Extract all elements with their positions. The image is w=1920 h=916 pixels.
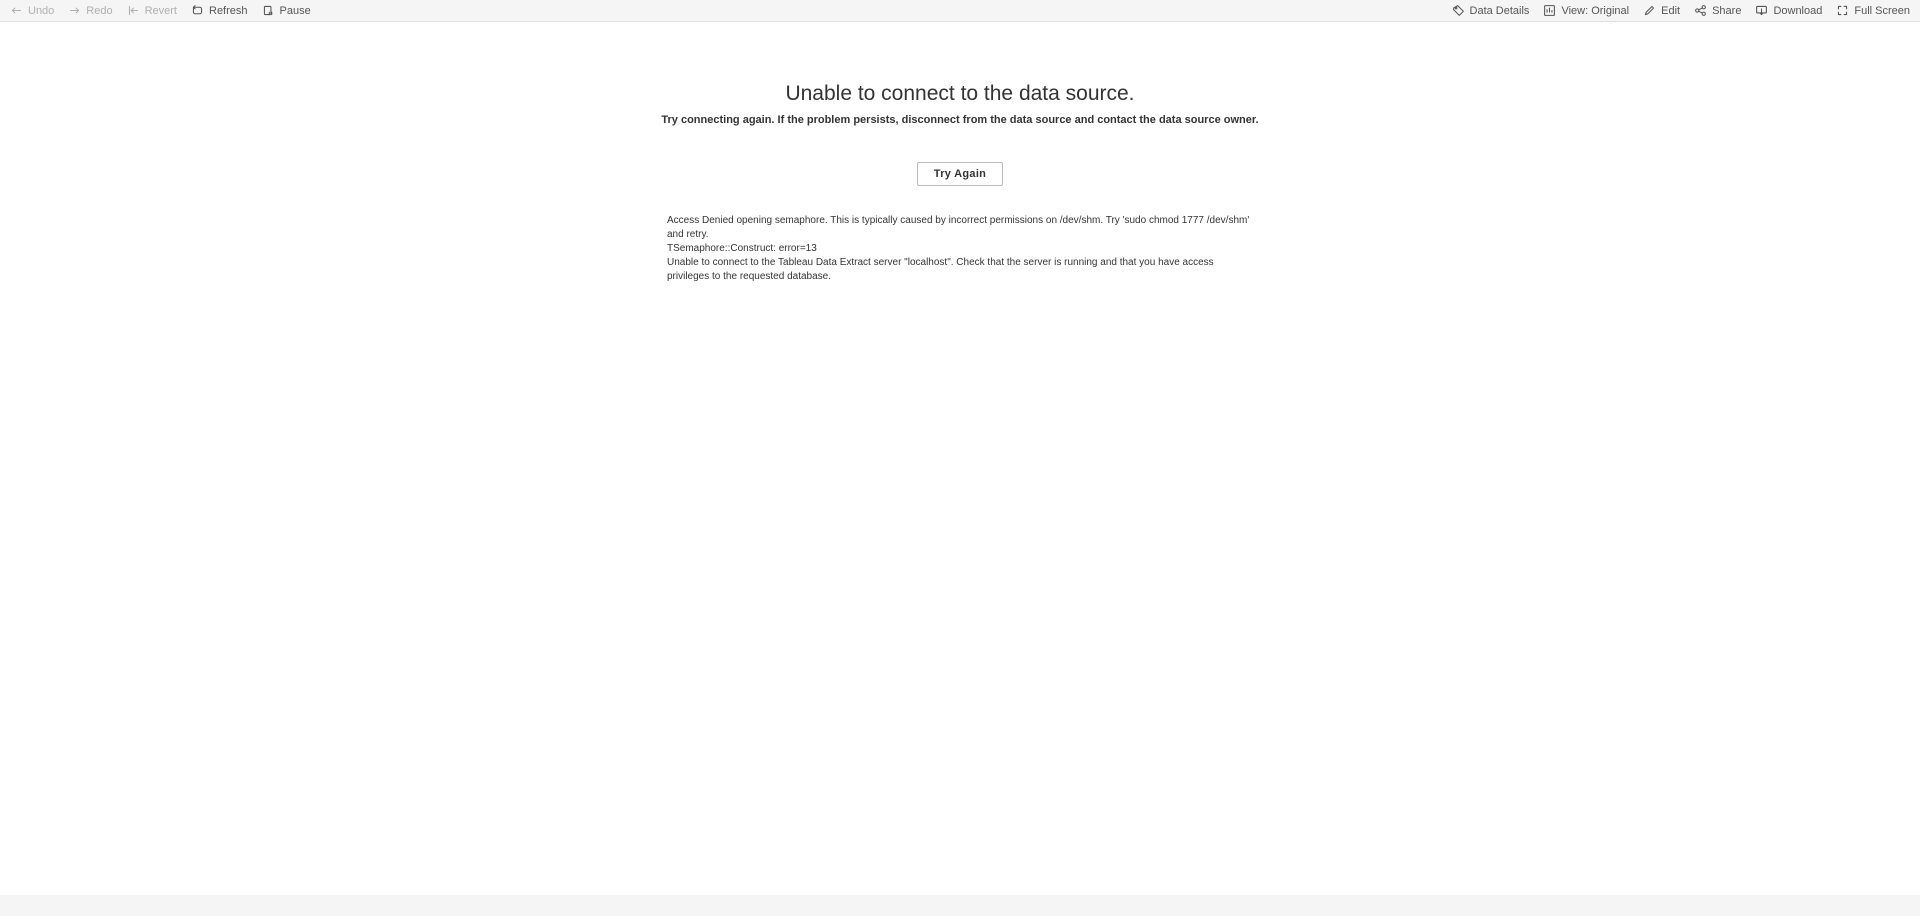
redo-label: Redo (86, 5, 112, 17)
error-subtitle: Try connecting again. If the problem per… (661, 114, 1258, 126)
revert-icon (127, 4, 140, 17)
undo-button[interactable]: Undo (10, 4, 54, 17)
fullscreen-icon (1836, 4, 1849, 17)
undo-label: Undo (28, 5, 54, 17)
view-label: View: Original (1561, 5, 1629, 17)
error-detail-line: TSemaphore::Construct: error=13 (667, 242, 1253, 256)
edit-button[interactable]: Edit (1643, 4, 1680, 17)
edit-label: Edit (1661, 5, 1680, 17)
view-button[interactable]: View: Original (1543, 4, 1629, 17)
download-button[interactable]: Download (1755, 4, 1822, 17)
pause-label: Pause (280, 5, 311, 17)
try-again-button[interactable]: Try Again (917, 162, 1003, 186)
refresh-button[interactable]: Refresh (191, 4, 248, 17)
data-details-button[interactable]: Data Details (1452, 4, 1530, 17)
error-detail-line: Unable to connect to the Tableau Data Ex… (667, 256, 1253, 284)
chart-icon (1543, 4, 1556, 17)
redo-arrow-icon (68, 4, 81, 17)
toolbar-right-group: Data Details View: Original Edit Share D… (1452, 4, 1910, 17)
share-label: Share (1712, 5, 1741, 17)
main-content: Unable to connect to the data source. Tr… (0, 22, 1920, 894)
full-screen-button[interactable]: Full Screen (1836, 4, 1910, 17)
share-button[interactable]: Share (1694, 4, 1741, 17)
undo-arrow-icon (10, 4, 23, 17)
data-details-label: Data Details (1470, 5, 1530, 17)
full-screen-label: Full Screen (1854, 5, 1910, 17)
revert-button[interactable]: Revert (127, 4, 177, 17)
error-details: Access Denied opening semaphore. This is… (667, 214, 1253, 284)
pencil-icon (1643, 4, 1656, 17)
footer-bar (0, 895, 1920, 916)
pause-icon (262, 4, 275, 17)
pause-button[interactable]: Pause (262, 4, 311, 17)
top-toolbar: Undo Redo Revert Refresh Pause (0, 0, 1920, 22)
error-detail-line: Access Denied opening semaphore. This is… (667, 214, 1253, 242)
tag-icon (1452, 4, 1465, 17)
download-label: Download (1773, 5, 1822, 17)
revert-label: Revert (145, 5, 177, 17)
download-icon (1755, 4, 1768, 17)
error-title: Unable to connect to the data source. (785, 82, 1134, 106)
refresh-label: Refresh (209, 5, 248, 17)
refresh-icon (191, 4, 204, 17)
redo-button[interactable]: Redo (68, 4, 112, 17)
share-icon (1694, 4, 1707, 17)
toolbar-left-group: Undo Redo Revert Refresh Pause (10, 4, 311, 17)
